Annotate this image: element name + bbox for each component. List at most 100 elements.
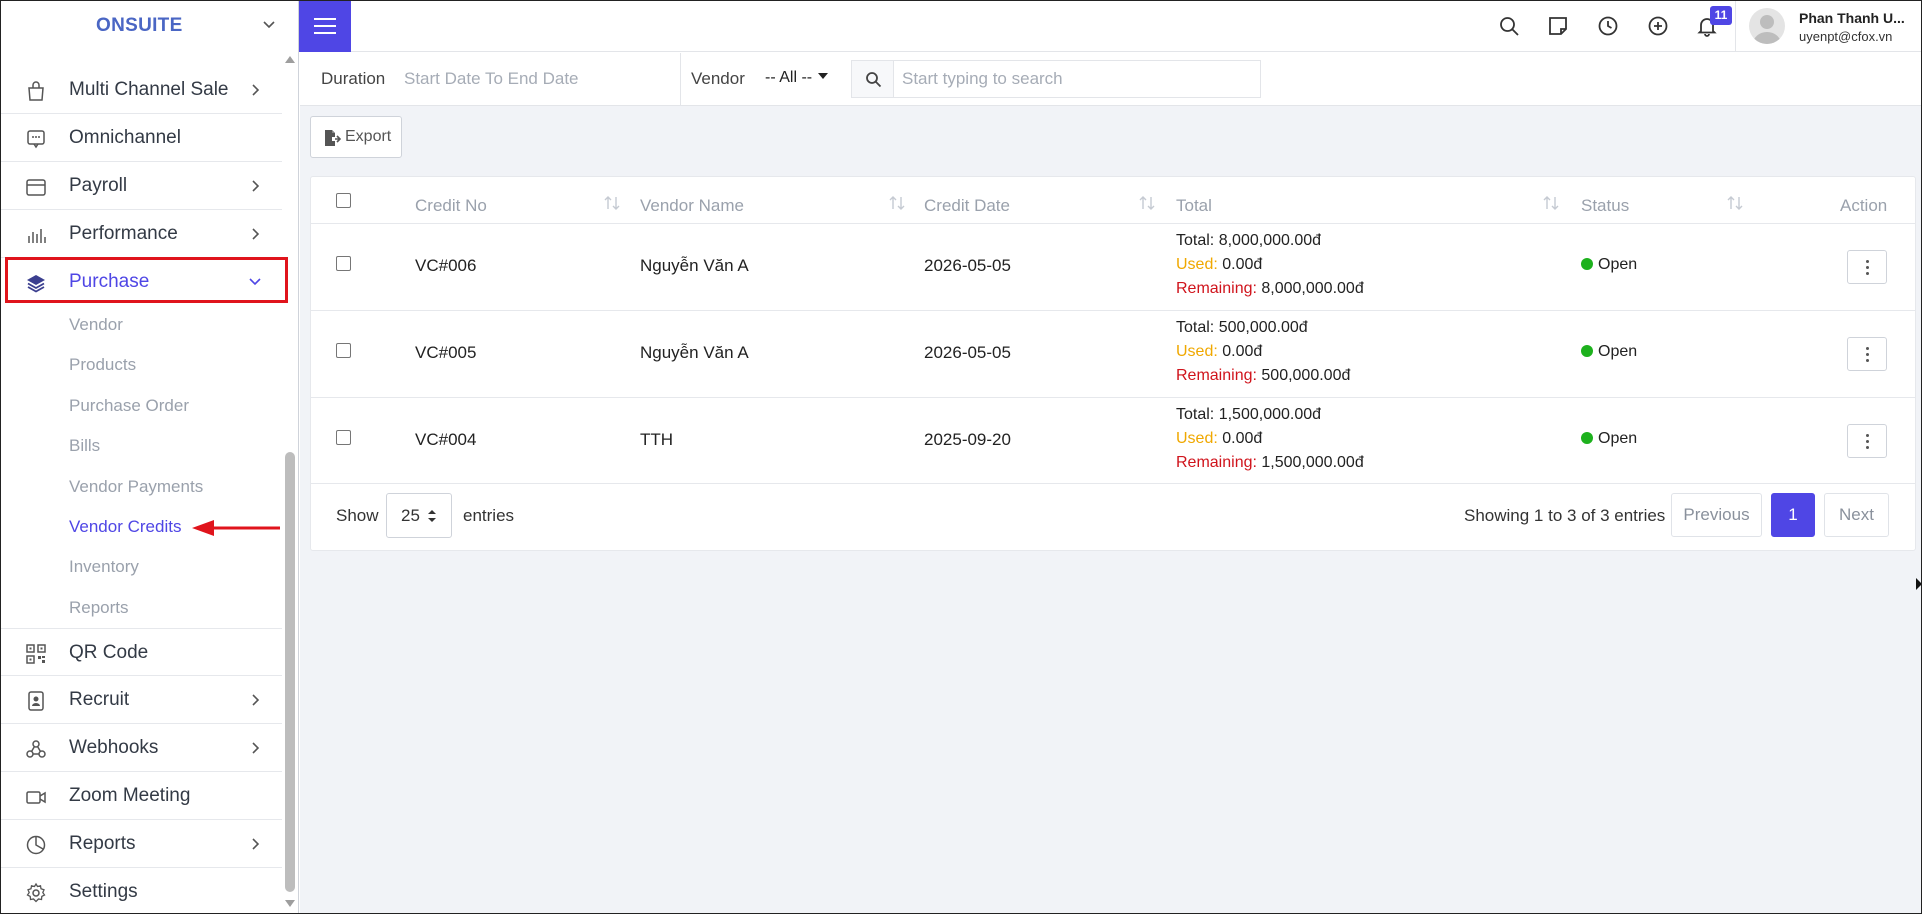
sidebar-item-webhooks[interactable]: Webhooks bbox=[0, 724, 282, 772]
sidebar-item-label: Zoom Meeting bbox=[69, 785, 191, 806]
total-line: Total: 500,000.00đ bbox=[1176, 319, 1308, 337]
sidebar-item-payroll[interactable]: Payroll bbox=[0, 162, 282, 210]
used-prefix: Used: bbox=[1176, 256, 1218, 273]
scroll-thumb[interactable] bbox=[285, 452, 295, 892]
remaining-prefix: Remaining: bbox=[1176, 280, 1257, 297]
chevron-right-icon bbox=[252, 838, 260, 850]
sidebar-item-label: Payroll bbox=[69, 175, 128, 196]
remaining-line: Remaining: 1,500,000.00đ bbox=[1176, 454, 1364, 472]
scroll-down-arrow[interactable] bbox=[285, 900, 295, 907]
topbar-divider bbox=[1735, 0, 1736, 52]
column-header-total[interactable]: Total bbox=[1176, 196, 1212, 216]
total-line: Total: 1,500,000.00đ bbox=[1176, 406, 1321, 424]
page-1-button[interactable]: 1 bbox=[1771, 493, 1815, 537]
status-text: Open bbox=[1598, 430, 1638, 447]
column-header-credit-date[interactable]: Credit Date bbox=[924, 196, 1010, 216]
previous-page-button[interactable]: Previous bbox=[1671, 493, 1762, 537]
select-all-checkbox[interactable] bbox=[336, 193, 351, 208]
row-checkbox[interactable] bbox=[336, 343, 351, 358]
sidebar-item-zoom-meeting[interactable]: Zoom Meeting bbox=[0, 772, 282, 820]
layers-icon bbox=[27, 275, 45, 293]
sidebar-item-reports[interactable]: Reports bbox=[0, 820, 282, 868]
used-line: Used: 0.00đ bbox=[1176, 256, 1262, 274]
used-line: Used: 0.00đ bbox=[1176, 343, 1262, 361]
row-action-button[interactable] bbox=[1847, 337, 1887, 371]
avatar[interactable] bbox=[1749, 8, 1785, 44]
sidebar-item-recruit[interactable]: Recruit bbox=[0, 676, 282, 724]
vendor-label: Vendor bbox=[691, 69, 745, 88]
sort-icon[interactable] bbox=[603, 194, 621, 212]
qr-code-icon bbox=[26, 644, 46, 664]
column-header-vendor-name[interactable]: Vendor Name bbox=[640, 196, 744, 216]
search-button[interactable] bbox=[852, 61, 894, 97]
column-header-status[interactable]: Status bbox=[1581, 196, 1629, 216]
sidebar-item-label: Recruit bbox=[69, 689, 130, 710]
main-content: Duration Start Date To End Date Vendor -… bbox=[300, 53, 1922, 914]
sidebar: ONSUITE Multi Channel Sale Omnichannel P… bbox=[0, 0, 299, 914]
sidebar-item-label: Multi Channel Sale bbox=[69, 79, 229, 100]
search-box bbox=[851, 60, 1261, 98]
chevron-right-icon bbox=[252, 180, 260, 192]
sidebar-subitem-reports[interactable]: Reports bbox=[69, 598, 129, 618]
sidebar-subitem-vendor[interactable]: Vendor bbox=[69, 315, 123, 335]
status-dot-icon bbox=[1581, 258, 1593, 270]
row-action-button[interactable] bbox=[1847, 250, 1887, 284]
credit-no-cell[interactable]: VC#004 bbox=[415, 430, 476, 450]
export-button[interactable]: Export bbox=[310, 116, 402, 158]
sidebar-scrollbar[interactable] bbox=[283, 52, 297, 914]
sidebar-item-omnichannel[interactable]: Omnichannel bbox=[0, 114, 282, 162]
vendor-select[interactable]: -- All -- bbox=[765, 69, 829, 87]
sidebar-item-purchase[interactable]: Purchase bbox=[0, 258, 282, 306]
sidebar-item-settings[interactable]: Settings bbox=[0, 868, 282, 914]
credit-no-cell[interactable]: VC#005 bbox=[415, 343, 476, 363]
total-value: 1,500,000.00đ bbox=[1218, 406, 1322, 423]
remaining-line: Remaining: 8,000,000.00đ bbox=[1176, 280, 1364, 298]
sidebar-subitem-vendor-payments[interactable]: Vendor Payments bbox=[69, 477, 203, 497]
user-name[interactable]: Phan Thanh U... bbox=[1799, 10, 1909, 26]
scroll-up-arrow[interactable] bbox=[285, 56, 295, 63]
remaining-value: 8,000,000.00đ bbox=[1261, 280, 1364, 297]
total-value: 8,000,000.00đ bbox=[1218, 232, 1322, 249]
vendor-name-cell: Nguyễn Văn A bbox=[640, 343, 749, 362]
search-icon[interactable] bbox=[1498, 15, 1520, 37]
column-header-credit-no[interactable]: Credit No bbox=[415, 196, 487, 216]
sidebar-item-multi-channel-sale[interactable]: Multi Channel Sale bbox=[0, 66, 282, 114]
sort-icon[interactable] bbox=[888, 194, 906, 212]
note-icon[interactable] bbox=[1547, 15, 1569, 37]
page-size-select[interactable]: 25 bbox=[386, 493, 452, 538]
sidebar-subitem-vendor-credits[interactable]: Vendor Credits bbox=[69, 517, 181, 537]
search-input[interactable] bbox=[902, 61, 1252, 97]
brand-switcher[interactable]: ONSUITE bbox=[0, 0, 299, 52]
id-badge-icon bbox=[28, 691, 44, 711]
user-email: uyenpt@cfox.vn bbox=[1799, 29, 1893, 44]
sort-icon[interactable] bbox=[1726, 194, 1744, 212]
used-prefix: Used: bbox=[1176, 430, 1218, 447]
sidebar-subitem-products[interactable]: Products bbox=[69, 355, 136, 375]
sidebar-subitem-bills[interactable]: Bills bbox=[69, 436, 100, 456]
sort-icon[interactable] bbox=[1542, 194, 1560, 212]
sidebar-item-performance[interactable]: Performance bbox=[0, 210, 282, 258]
row-checkbox[interactable] bbox=[336, 430, 351, 445]
used-value: 0.00đ bbox=[1222, 256, 1263, 273]
filter-divider bbox=[680, 53, 681, 106]
table-row: VC#005 Nguyễn Văn A 2026-05-05 Total: 50… bbox=[311, 310, 1915, 397]
chevron-right-icon bbox=[252, 694, 260, 706]
next-page-button[interactable]: Next bbox=[1824, 493, 1889, 537]
sidebar-subitem-inventory[interactable]: Inventory bbox=[69, 557, 139, 577]
sidebar-subitem-purchase-order[interactable]: Purchase Order bbox=[69, 396, 189, 416]
resize-cursor-icon bbox=[1916, 578, 1922, 590]
row-action-button[interactable] bbox=[1847, 424, 1887, 458]
row-checkbox[interactable] bbox=[336, 256, 351, 271]
sort-icon[interactable] bbox=[1138, 194, 1156, 212]
plus-circle-icon[interactable] bbox=[1647, 15, 1669, 37]
hamburger-menu-button[interactable] bbox=[299, 0, 351, 52]
clock-icon[interactable] bbox=[1597, 15, 1619, 37]
credit-no-cell[interactable]: VC#006 bbox=[415, 256, 476, 276]
status-badge: Open bbox=[1581, 343, 1637, 361]
total-prefix: Total: bbox=[1176, 406, 1215, 423]
chat-icon bbox=[27, 130, 45, 149]
date-range-input[interactable]: Start Date To End Date bbox=[404, 69, 579, 89]
sidebar-item-qr-code[interactable]: QR Code bbox=[0, 628, 282, 676]
used-prefix: Used: bbox=[1176, 343, 1218, 360]
video-icon bbox=[26, 791, 46, 804]
